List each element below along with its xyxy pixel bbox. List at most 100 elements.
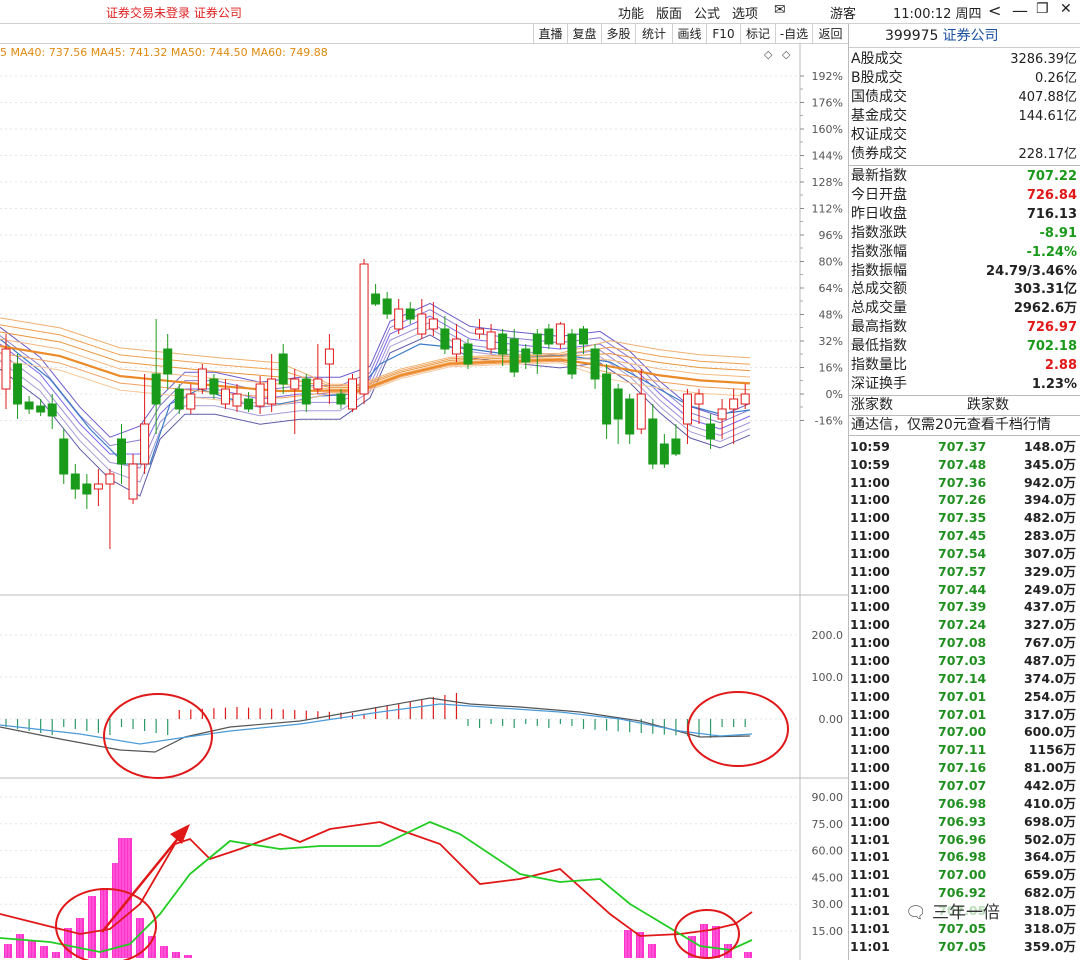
tick-price: 707.16 (938, 760, 987, 776)
quote-label: 指数涨幅 (851, 243, 907, 260)
tick-price: 707.00 (938, 724, 987, 740)
trade-login-status[interactable]: 证券交易未登录 证券公司 (106, 4, 242, 21)
candle-body (93, 483, 103, 490)
macd-dif-line (0, 697, 751, 753)
menu-layout[interactable]: 版面 (656, 3, 682, 22)
candle-body (682, 393, 692, 425)
quote-label: 最新指数 (851, 168, 907, 184)
tick-price: 707.35 (938, 510, 987, 526)
tick-price: 706.98 (938, 795, 987, 811)
kdj-tick-label: 75.00 (812, 818, 844, 831)
axis-tick-label: 96% (819, 229, 843, 242)
quote-value: 707.22 (1026, 169, 1077, 184)
candle-body (555, 323, 565, 345)
security-header: 399975 证券公司 (849, 24, 1080, 48)
candle-body (232, 393, 242, 407)
quote-row: 最新指数 707.22 (851, 167, 1079, 186)
menu-guest[interactable]: 游客 (830, 3, 856, 22)
quote-label: 最低指数 (851, 338, 907, 355)
tick-price: 707.14 (938, 670, 987, 686)
quote-value: 303.31亿 (1013, 282, 1077, 298)
stats-button[interactable]: 统计 (635, 24, 672, 44)
quote-value: 2.88 (1044, 358, 1077, 373)
quote-row: 深证换手 1.23% (851, 375, 1079, 394)
kdj-histogram-bar (76, 918, 84, 958)
tick-row: 11:01 707.00 659.0万 (850, 866, 1078, 884)
tick-volume: 249.0万 (1023, 581, 1076, 597)
tick-row: 11:00 706.98 410.0万 (850, 795, 1078, 813)
volume-row: 债券成交 228.17亿 (851, 145, 1079, 164)
axis-tick-label: 112% (812, 203, 843, 216)
kdj-histogram-bar (172, 952, 180, 958)
axis-tick-label: 32% (819, 335, 843, 348)
diamond-icon: ◇ (764, 48, 773, 61)
tick-time: 11:00 (850, 777, 890, 793)
tick-time: 11:00 (850, 581, 890, 597)
kline-chart[interactable]: ◇ ◇ 192% 176% 160% 144% 128% 112% 96% 80% 64% 48% 32… (0, 44, 848, 960)
kdj-histogram-bar (744, 952, 752, 958)
menu-formula[interactable]: 公式 (694, 3, 720, 22)
quote-row: 指数振幅 24.79/3.46% (851, 262, 1079, 281)
tick-time: 10:59 (850, 456, 890, 472)
candle-body (163, 348, 173, 375)
promo-link[interactable]: 通达信，仅需20元查看千档行情 (851, 416, 1079, 435)
candle-body (255, 383, 265, 407)
mark-button[interactable]: 标记 (740, 24, 775, 44)
candle-body (428, 318, 438, 330)
axis-tick-label: 48% (819, 309, 843, 322)
menu-options[interactable]: 选项 (732, 3, 758, 22)
menu-function[interactable]: 功能 (618, 3, 644, 22)
axis-tick-label: 80% (819, 256, 843, 269)
tick-price: 707.45 (938, 528, 987, 544)
replay-button[interactable]: 复盘 (567, 24, 601, 44)
tick-volume: 317.0万 (1023, 706, 1076, 722)
kdj-tick-label: 60.00 (812, 845, 844, 858)
tick-volume: 442.0万 (1023, 777, 1076, 793)
tick-row: 10:59 707.37 148.0万 (850, 438, 1078, 456)
f10-button[interactable]: F10 (706, 24, 740, 44)
tick-volume: 659.0万 (1023, 867, 1076, 883)
tick-time: 11:00 (850, 724, 890, 740)
tick-price: 707.44 (938, 581, 987, 597)
tick-time: 11:01 (850, 831, 890, 847)
quote-value: 24.79/3.46% (986, 263, 1077, 279)
tick-volume: 767.0万 (1023, 635, 1076, 651)
updown-header: 涨家数 跌家数 (851, 396, 1079, 415)
axis-tick-label: 0% (826, 388, 843, 401)
tick-row: 11:00 707.01 317.0万 (850, 706, 1078, 724)
tick-price: 707.11 (938, 742, 987, 758)
chart-grid (0, 44, 848, 960)
candle-body (417, 313, 427, 335)
watermark: 🗨 三年一倍 (905, 898, 1000, 923)
tick-time: 11:00 (850, 813, 890, 829)
candle-body (244, 398, 254, 410)
candle-body (128, 463, 138, 500)
close-icon[interactable]: ✕ (1060, 1, 1072, 17)
quote-row: 今日开盘 726.84 (851, 186, 1079, 205)
tick-row: 11:00 707.39 437.0万 (850, 598, 1078, 616)
candle-body (117, 438, 126, 465)
volume-label: 债券成交 (851, 146, 907, 162)
clock: 11:00:12 周四 (893, 7, 982, 22)
multi-stock-button[interactable]: 多股 (601, 24, 635, 44)
draw-line-button[interactable]: 画线 (672, 24, 706, 44)
axis-tick-label: -16% (815, 415, 843, 428)
restore-icon[interactable]: ❐ (1036, 1, 1049, 17)
quote-value: -8.91 (1039, 225, 1077, 241)
remove-watchlist-button[interactable]: -自选 (775, 24, 812, 44)
back-icon[interactable]: < (988, 1, 1001, 20)
volume-label: A股成交 (851, 51, 903, 67)
return-button[interactable]: 返回 (812, 24, 848, 44)
tick-row: 11:00 707.24 327.0万 (850, 616, 1078, 634)
volume-row: 权证成交 (851, 126, 1079, 145)
mail-icon[interactable]: ✉ (774, 2, 786, 18)
tick-time: 11:00 (850, 653, 890, 668)
candle-body (636, 393, 646, 430)
tick-row: 11:00 707.54 307.0万 (850, 545, 1078, 563)
tick-volume: 942.0万 (1023, 474, 1076, 490)
quote-value: 1.23% (1031, 376, 1077, 392)
minimize-icon[interactable]: — (1012, 1, 1028, 20)
quote-label: 昨日收盘 (851, 205, 907, 222)
live-button[interactable]: 直播 (533, 24, 567, 44)
candle-body (671, 438, 681, 455)
